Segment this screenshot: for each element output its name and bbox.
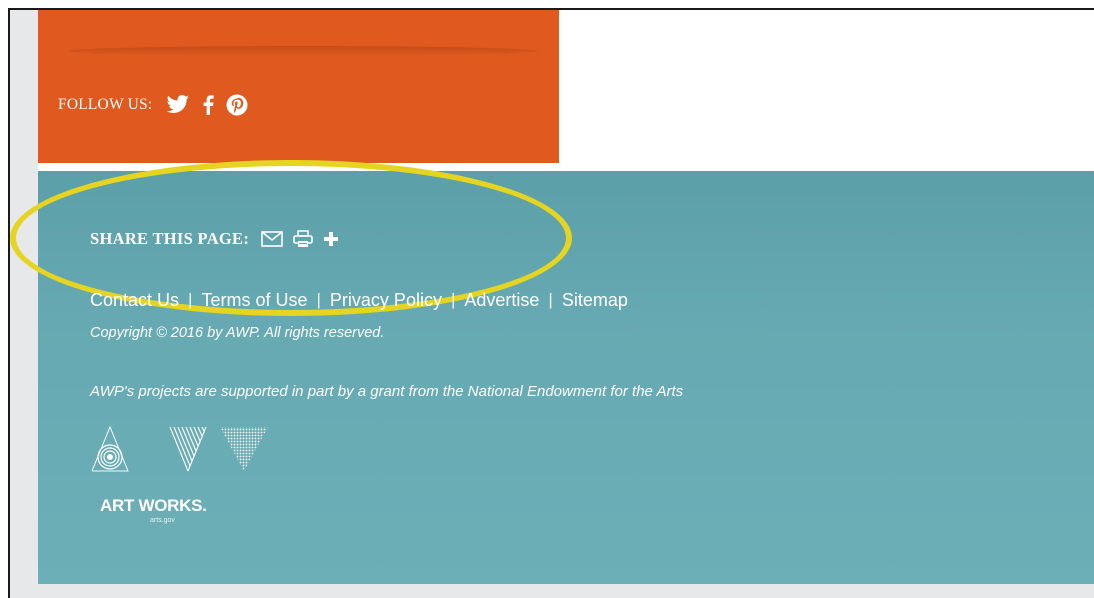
terms-of-use-link[interactable]: Terms of Use	[201, 290, 307, 311]
panel-shadow	[68, 46, 538, 56]
link-separator: |	[548, 290, 553, 309]
plus-icon[interactable]	[323, 231, 339, 247]
sitemap-link[interactable]: Sitemap	[562, 290, 628, 311]
footer-links: Contact Us | Terms of Use | Privacy Poli…	[90, 288, 628, 312]
facebook-icon[interactable]	[202, 95, 214, 115]
bottom-strip	[10, 584, 1094, 598]
privacy-policy-link[interactable]: Privacy Policy	[330, 290, 442, 311]
art-works-logo-text: ART WORKS.	[100, 496, 207, 515]
follow-us-panel	[38, 10, 559, 163]
link-separator: |	[316, 290, 321, 309]
share-row: SHARE THIS PAGE:	[90, 226, 349, 252]
nea-logo-icon[interactable]	[92, 425, 272, 475]
link-separator: |	[450, 290, 456, 309]
grant-text: AWP's projects are supported in part by …	[90, 383, 684, 400]
pinterest-icon[interactable]	[226, 94, 248, 116]
arts-gov-text: arts.gov	[150, 517, 175, 524]
link-separator: |	[188, 290, 193, 309]
print-icon[interactable]	[293, 230, 313, 248]
copyright-text: Copyright © 2016 by AWP. All rights rese…	[90, 325, 385, 341]
share-this-page-label: SHARE THIS PAGE:	[90, 229, 250, 248]
left-gutter	[10, 10, 38, 598]
follow-us-label: FOLLOW US:	[58, 96, 153, 113]
follow-us-row: FOLLOW US:	[58, 90, 260, 120]
advertise-link[interactable]: Advertise	[464, 290, 539, 311]
contact-us-link[interactable]: Contact Us	[90, 290, 179, 311]
email-icon[interactable]	[261, 231, 283, 247]
twitter-icon[interactable]	[166, 95, 190, 115]
